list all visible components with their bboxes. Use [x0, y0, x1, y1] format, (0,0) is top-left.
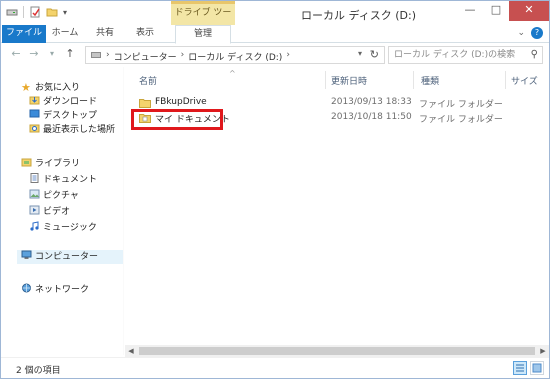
column-header-size[interactable]: サイズ	[511, 74, 538, 87]
search-input[interactable]	[389, 47, 519, 63]
address-dropdown-icon[interactable]: ▾	[358, 49, 362, 58]
nav-recent-places-label: 最近表示した場所	[43, 125, 116, 135]
nav-videos-label: ビデオ	[43, 207, 71, 217]
large-icons-view-icon[interactable]	[530, 361, 544, 375]
navigation-row: ← → ▾ ↑ › コンピューター › ローカル ディスク (D:) › ▾ ↻…	[1, 43, 549, 67]
scrollbar-thumb[interactable]	[139, 347, 535, 355]
search-box[interactable]: ⚲	[388, 46, 543, 64]
file-date: 2013/10/18 11:50	[331, 112, 412, 122]
scroll-left-icon[interactable]: ◀	[125, 345, 137, 357]
help-icon[interactable]: ?	[531, 27, 543, 39]
navigation-pane: ★ お気に入り ダウンロード デスクトップ 最近表示した場所 ライブラリ ドキュメ…	[1, 67, 123, 355]
network-icon	[22, 283, 31, 293]
pane-divider[interactable]	[123, 67, 124, 355]
tab-home[interactable]: ホーム	[47, 25, 83, 43]
minimize-icon[interactable]: —	[457, 1, 483, 21]
new-folder-icon[interactable]	[46, 6, 58, 18]
nav-documents-label: ドキュメント	[43, 175, 98, 185]
refresh-icon[interactable]: ↻	[370, 48, 379, 61]
close-icon[interactable]: ✕	[509, 1, 549, 21]
breadcrumb: › コンピューター › ローカル ディスク (D:) ›	[106, 50, 290, 63]
column-divider[interactable]	[413, 71, 414, 89]
nav-computer[interactable]: コンピューター	[17, 250, 123, 264]
recent-locations-icon[interactable]: ▾	[45, 49, 59, 58]
nav-music-label: ミュージック	[43, 223, 97, 233]
computer-icon	[91, 52, 101, 58]
breadcrumb-computer[interactable]: コンピューター	[114, 50, 177, 63]
nav-recent-places[interactable]: 最近表示した場所	[29, 123, 115, 137]
expand-ribbon-icon[interactable]: ⌄	[517, 28, 525, 38]
file-name: FBkupDrive	[155, 97, 207, 107]
properties-icon[interactable]	[29, 6, 41, 18]
horizontal-scrollbar[interactable]: ◀ ▶	[125, 345, 549, 357]
video-icon	[29, 205, 40, 215]
ribbon-tabs: ファイル ホーム 共有 表示 管理 ⌄ ?	[1, 25, 549, 44]
drive-icon[interactable]	[6, 6, 18, 18]
table-row[interactable]: FBkupDrive 2013/09/13 18:33 ファイル フォルダー	[135, 96, 545, 110]
qat-divider	[23, 6, 24, 18]
column-header-name[interactable]: 名前	[139, 74, 157, 87]
status-bar: 2 個の項目	[1, 357, 549, 378]
nav-network-label: ネットワーク	[35, 285, 90, 295]
qat-customize-icon[interactable]: ▾	[63, 8, 67, 17]
breadcrumb-arrow-icon[interactable]: ›	[286, 50, 290, 63]
computer-icon	[21, 250, 32, 259]
item-count: 2 個の項目	[16, 366, 61, 376]
document-icon	[30, 173, 39, 183]
breadcrumb-arrow-icon[interactable]: ›	[181, 50, 185, 63]
nav-pictures[interactable]: ピクチャ	[29, 189, 79, 203]
music-icon	[30, 221, 39, 231]
nav-pictures-label: ピクチャ	[43, 191, 79, 201]
window-title: ローカル ディスク (D:)	[301, 9, 416, 22]
pictures-icon	[29, 189, 40, 199]
file-type: ファイル フォルダー	[419, 115, 503, 125]
nav-libraries[interactable]: ライブラリ	[21, 157, 80, 171]
highlight-annotation-box	[131, 109, 223, 130]
download-icon	[29, 96, 40, 105]
search-icon[interactable]: ⚲	[531, 49, 538, 60]
breadcrumb-arrow-icon[interactable]: ›	[106, 50, 110, 63]
library-icon	[21, 158, 32, 167]
up-icon[interactable]: ↑	[63, 47, 77, 60]
back-icon[interactable]: ←	[9, 47, 23, 60]
nav-videos[interactable]: ビデオ	[29, 205, 70, 219]
explorer-window: ▾ ドライブ ツール ローカル ディスク (D:) — □ ✕ ファイル ホーム…	[0, 0, 550, 379]
folder-icon	[139, 99, 151, 108]
desktop-icon	[29, 109, 40, 118]
star-icon: ★	[21, 81, 31, 94]
column-header-date[interactable]: 更新日時	[331, 74, 367, 87]
column-divider[interactable]	[325, 71, 326, 89]
title-bar: ▾ ドライブ ツール ローカル ディスク (D:) — □ ✕	[1, 1, 549, 37]
maximize-icon[interactable]: □	[483, 1, 509, 21]
drive-tools-context-label: ドライブ ツール	[171, 1, 235, 37]
caption-buttons: — □ ✕	[457, 1, 549, 21]
nav-favorites[interactable]: ★ お気に入り	[21, 81, 80, 95]
file-date: 2013/09/13 18:33	[331, 97, 412, 107]
file-type: ファイル フォルダー	[419, 100, 503, 110]
nav-network[interactable]: ネットワーク	[21, 283, 89, 297]
column-header-type[interactable]: 種類	[421, 74, 439, 87]
nav-documents[interactable]: ドキュメント	[29, 173, 97, 187]
tab-share[interactable]: 共有	[87, 25, 123, 43]
quick-access-toolbar: ▾	[6, 6, 67, 18]
tab-manage[interactable]: 管理	[175, 25, 231, 44]
sort-ascending-icon: ^	[229, 69, 236, 78]
nav-downloads-label: ダウンロード	[43, 97, 98, 107]
address-bar[interactable]: › コンピューター › ローカル ディスク (D:) › ▾ ↻	[85, 46, 385, 64]
details-view-icon[interactable]	[513, 361, 527, 375]
recent-places-icon	[29, 124, 40, 133]
nav-computer-label: コンピューター	[35, 252, 99, 262]
breadcrumb-local-disk[interactable]: ローカル ディスク (D:)	[188, 50, 282, 63]
nav-downloads[interactable]: ダウンロード	[29, 95, 97, 109]
forward-icon[interactable]: →	[27, 47, 41, 60]
nav-music[interactable]: ミュージック	[29, 221, 97, 235]
nav-libraries-label: ライブラリ	[35, 159, 81, 169]
nav-desktop[interactable]: デスクトップ	[29, 109, 97, 123]
column-divider[interactable]	[505, 71, 506, 89]
tab-file[interactable]: ファイル	[2, 25, 46, 43]
nav-favorites-label: お気に入り	[35, 83, 81, 93]
nav-desktop-label: デスクトップ	[43, 111, 98, 121]
scroll-right-icon[interactable]: ▶	[537, 345, 549, 357]
tab-view[interactable]: 表示	[127, 25, 163, 43]
